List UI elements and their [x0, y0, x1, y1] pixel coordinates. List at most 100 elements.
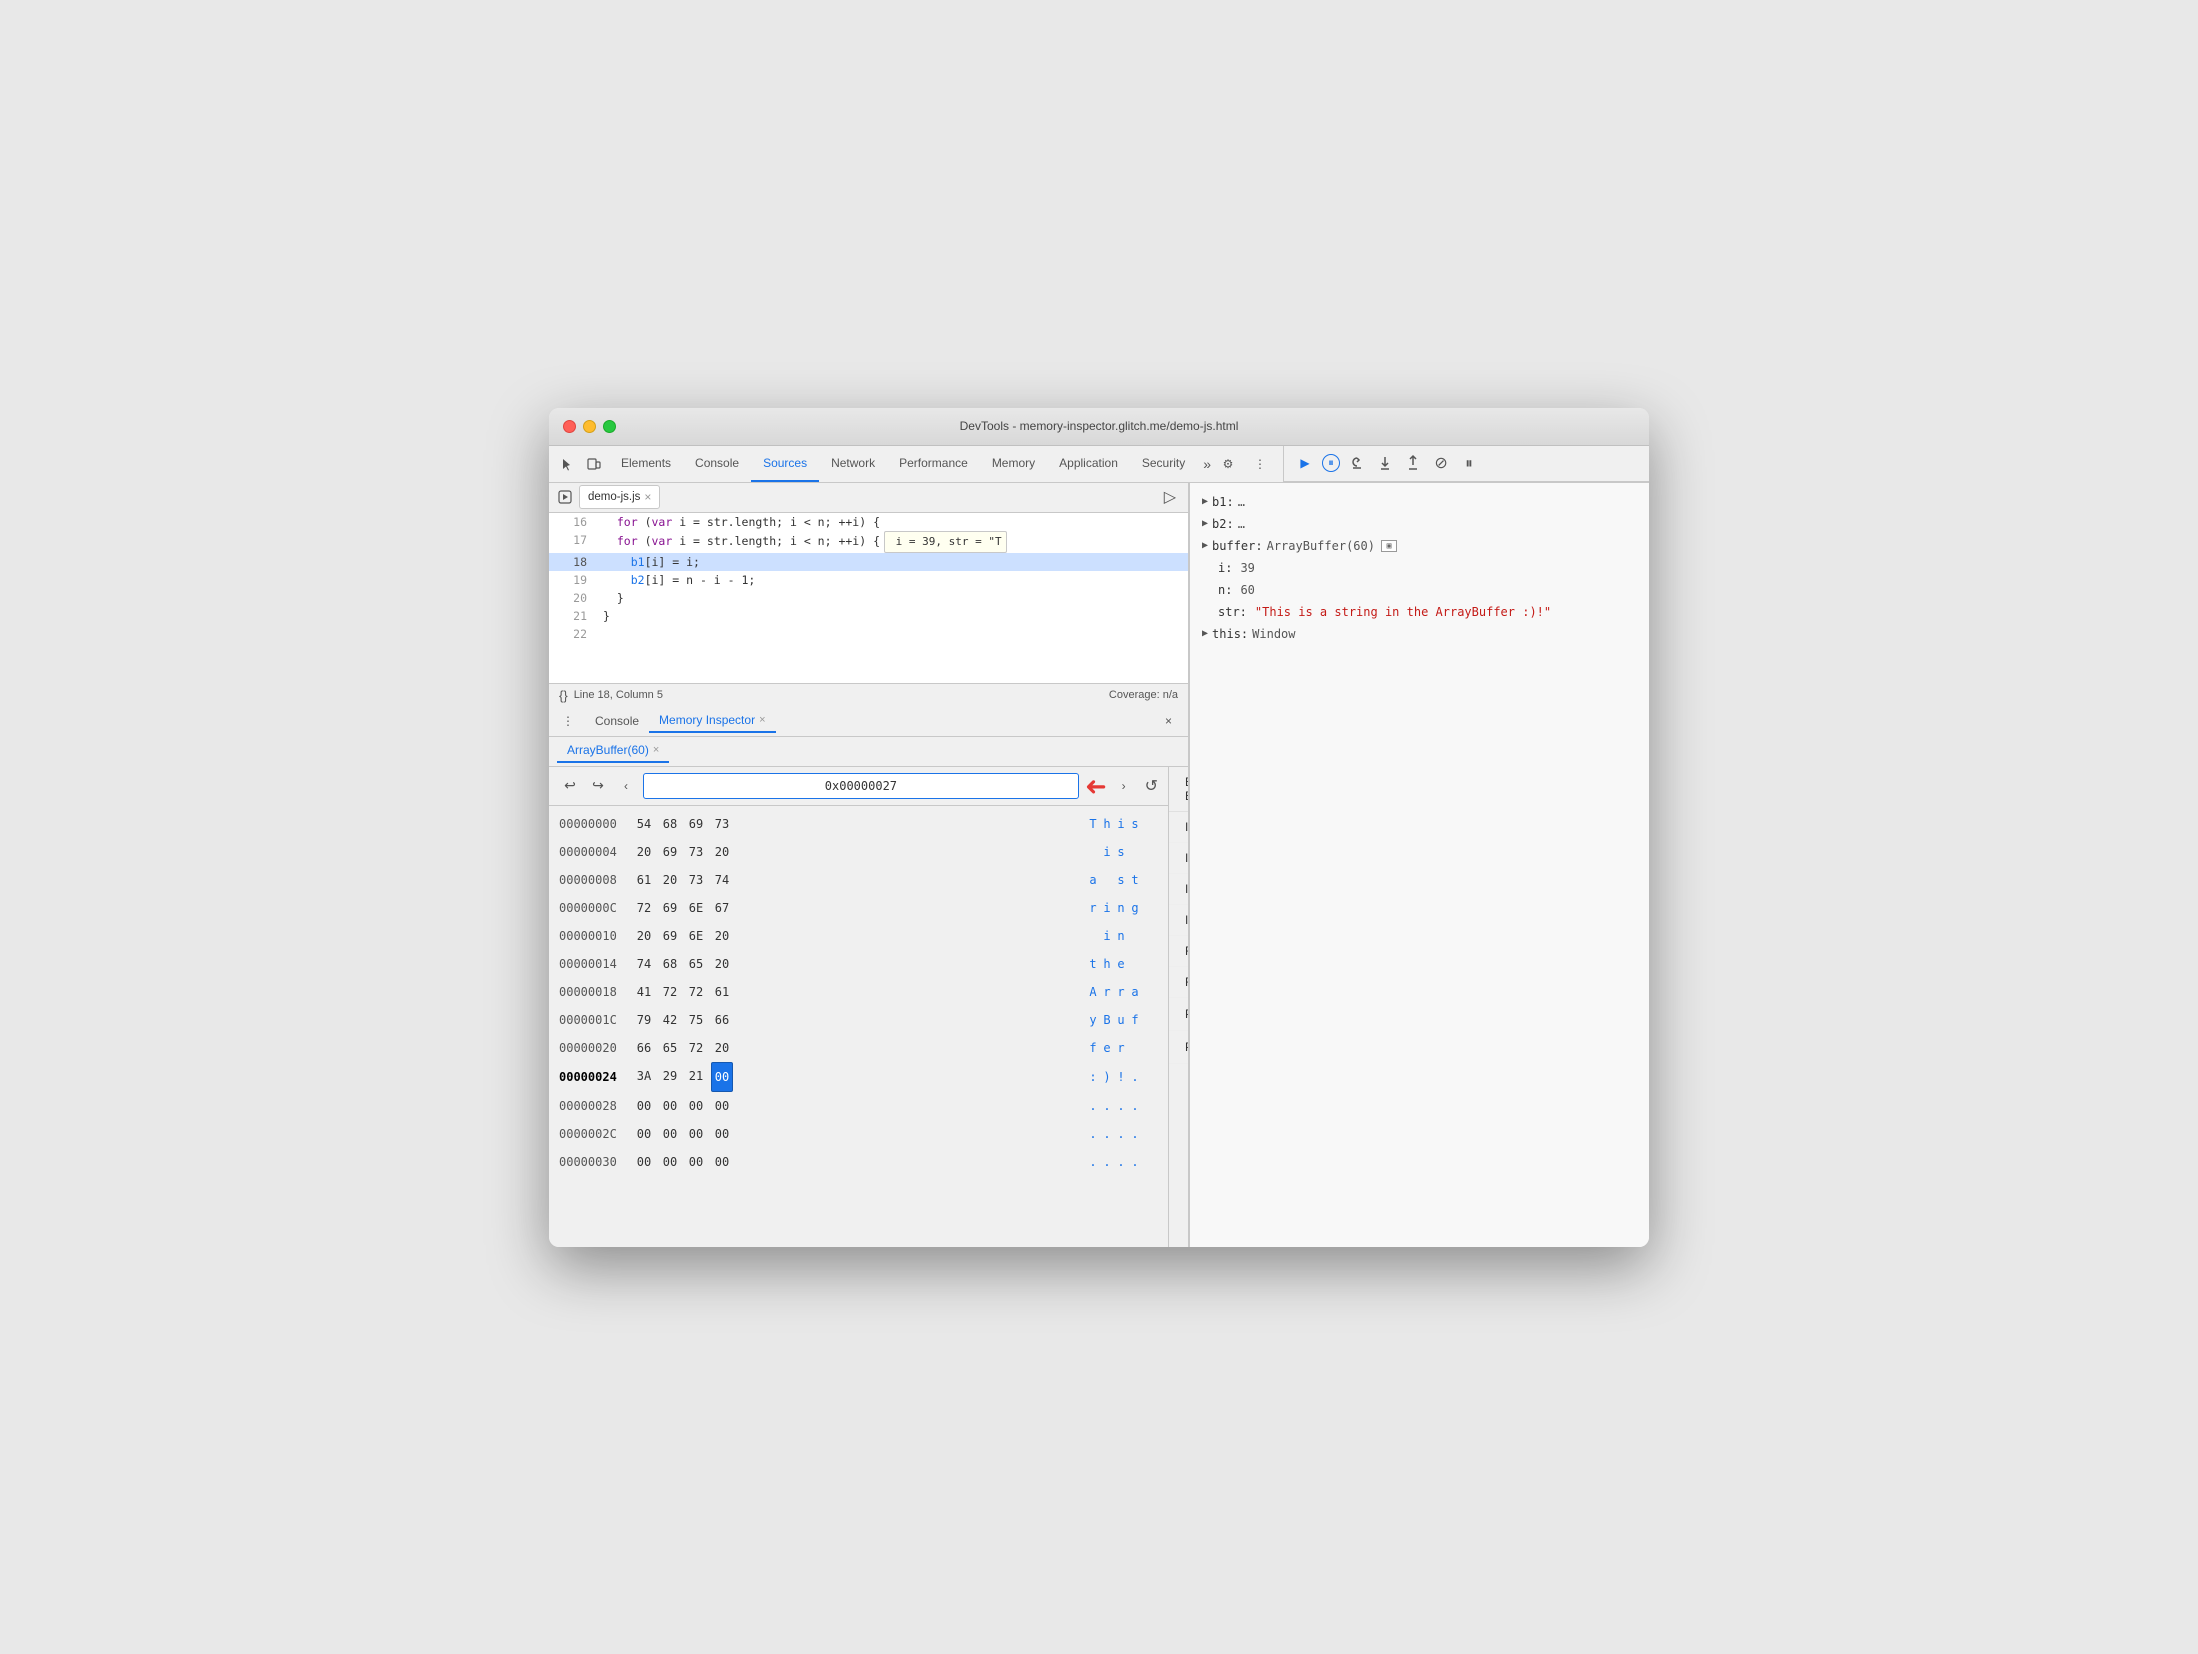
value-row-ptr32: Pointer 32-bit 0x0 → [1169, 998, 1188, 1031]
value-row-int64: Integer 64-bit dec ▾ 0 [1169, 905, 1188, 936]
hex-row-9: 00000024 3A 29 21 00 : [549, 1062, 1168, 1092]
value-inspector: Big Endian ▾ ⚙ Integer 8-bit dec [1169, 767, 1188, 1247]
memory-content: ↩ ↪ ‹ ➜ › ↺ [549, 767, 1188, 1247]
step-out-btn[interactable] [1402, 452, 1424, 474]
hex-row-7: 0000001C 79 42 75 66 y [549, 1006, 1168, 1034]
close-button[interactable] [563, 420, 576, 433]
code-line-20: 20 } [549, 589, 1188, 607]
traffic-lights [563, 420, 616, 433]
hex-row-11: 0000002C 00 00 00 00 . [549, 1120, 1168, 1148]
ptr32-label: Pointer 32-bit [1185, 1007, 1188, 1021]
ptr64-label: Pointer 64-bit [1185, 1040, 1188, 1054]
file-tab-close[interactable]: × [644, 490, 651, 504]
debug-toolbar: ▶ ⏸ [1283, 446, 1649, 482]
resume-btn[interactable]: ▶ [1294, 452, 1316, 474]
file-tab-label: demo-js.js [588, 491, 640, 503]
float64-label: Float 64-bit [1185, 975, 1188, 989]
left-panel: demo-js.js × ▷ 16 for (var i = str.lengt… [549, 483, 1189, 1247]
selected-byte[interactable]: 00 [711, 1062, 733, 1092]
bottom-panel: ⋮ Console Memory Inspector × × [549, 707, 1188, 1247]
more-tabs[interactable]: » [1197, 456, 1217, 472]
scope-item-i: i: 39 [1202, 557, 1637, 579]
pause-btn[interactable]: ⏸ [1322, 454, 1340, 472]
hex-row-1: 00000004 20 69 73 20 [549, 838, 1168, 866]
array-buffer-tab[interactable]: ArrayBuffer(60) × [557, 739, 669, 763]
tab-memory[interactable]: Memory [980, 446, 1047, 482]
tab-sources[interactable]: Sources [751, 446, 819, 482]
minimize-button[interactable] [583, 420, 596, 433]
red-arrow-icon: ➜ [1085, 773, 1107, 799]
maximize-button[interactable] [603, 420, 616, 433]
bottom-panel-close[interactable]: × [1157, 714, 1180, 728]
scope-item-this[interactable]: ▶ this: Window [1202, 623, 1637, 645]
code-line-16: 16 for (var i = str.length; i < n; ++i) … [549, 513, 1188, 531]
debug-scope: ▶ b1: … ▶ b2: … ▶ buffer: ArrayBuffer(60… [1190, 483, 1649, 1247]
hex-row-3: 0000000C 72 69 6E 67 r [549, 894, 1168, 922]
top-nav: Elements Console Sources Network Perform… [549, 446, 1283, 482]
prev-btn[interactable]: ‹ [615, 775, 637, 797]
hex-row-10: 00000028 00 00 00 00 . [549, 1092, 1168, 1120]
line-info: Line 18, Column 5 [574, 689, 663, 701]
address-input[interactable] [643, 773, 1079, 799]
refresh-btn[interactable]: ↺ [1145, 776, 1158, 796]
float32-label: Float 32-bit [1185, 944, 1188, 958]
status-bar: {} Line 18, Column 5 Coverage: n/a [549, 683, 1188, 707]
int64-label: Integer 64-bit [1185, 913, 1188, 927]
hex-row-4: 00000010 20 69 6E 20 [549, 922, 1168, 950]
code-line-18: 18 b1[i] = i; [549, 553, 1188, 571]
undo-btn[interactable]: ↩ [559, 775, 581, 797]
endian-selector[interactable]: Big Endian ▾ [1185, 775, 1188, 803]
step-into-btn[interactable] [1374, 452, 1396, 474]
tab-performance[interactable]: Performance [887, 446, 980, 482]
hex-row-0: 00000000 54 68 69 73 T [549, 810, 1168, 838]
step-over-btn[interactable] [1346, 452, 1368, 474]
array-buffer-tab-close[interactable]: × [653, 744, 659, 756]
scope-item-b2[interactable]: ▶ b2: … [1202, 513, 1637, 535]
tab-elements[interactable]: Elements [609, 446, 683, 482]
next-btn[interactable]: › [1113, 775, 1135, 797]
code-editor[interactable]: 16 for (var i = str.length; i < n; ++i) … [549, 513, 1188, 683]
main-content: demo-js.js × ▷ 16 for (var i = str.lengt… [549, 483, 1649, 1247]
settings-icon[interactable]: ⚙ [1217, 453, 1239, 475]
value-row-float64: Float 64-bit dec ▾ 0.00 [1169, 967, 1188, 998]
deactivate-btn[interactable]: ⊘ [1430, 452, 1452, 474]
tab-console[interactable]: Console [683, 446, 751, 482]
hex-row-8: 00000020 66 65 72 20 f [549, 1034, 1168, 1062]
more-options-icon[interactable]: ⋮ [1249, 453, 1271, 475]
pause-exceptions-btn[interactable]: ⏸ [1458, 452, 1480, 474]
hex-toolbar: ↩ ↪ ‹ ➜ › ↺ [549, 767, 1168, 806]
endian-label: Big Endian [1185, 775, 1188, 803]
file-tab-right: ▷ [1158, 487, 1182, 507]
dots-menu-icon[interactable]: ⋮ [557, 710, 579, 732]
file-tab-bar: demo-js.js × ▷ [549, 483, 1188, 513]
scope-item-str: str: "This is a string in the ArrayBuffe… [1202, 601, 1637, 623]
cursor-icon[interactable] [557, 453, 579, 475]
coverage-info: Coverage: n/a [1109, 689, 1178, 701]
memory-inspector: ArrayBuffer(60) × ↩ ↪ [549, 737, 1188, 1247]
tab-application[interactable]: Application [1047, 446, 1130, 482]
arraybuffer-icon: ▣ [1381, 540, 1397, 552]
devtools-window: DevTools - memory-inspector.glitch.me/de… [549, 408, 1649, 1247]
curly-braces-icon: {} [559, 688, 568, 703]
tab-memory-inspector[interactable]: Memory Inspector × [649, 709, 775, 733]
nav-tabs: Elements Console Sources Network Perform… [609, 446, 1217, 482]
tab-security[interactable]: Security [1130, 446, 1197, 482]
file-tab-demo-js[interactable]: demo-js.js × [579, 485, 660, 509]
tab-console-bottom[interactable]: Console [585, 709, 649, 733]
hex-row-2: 00000008 61 20 73 74 a [549, 866, 1168, 894]
value-row-int8: Integer 8-bit dec ▾ 0 [1169, 812, 1188, 843]
bottom-tab-bar: ⋮ Console Memory Inspector × × [549, 707, 1188, 737]
int16-label: Integer 16-bit [1185, 851, 1188, 865]
memory-inspector-close[interactable]: × [759, 714, 765, 726]
device-icon[interactable] [583, 453, 605, 475]
file-right-icon[interactable]: ▷ [1158, 487, 1182, 507]
titlebar: DevTools - memory-inspector.glitch.me/de… [549, 408, 1649, 446]
right-panel: ▶ b1: … ▶ b2: … ▶ buffer: ArrayBuffer(60… [1189, 483, 1649, 1247]
run-icon [555, 487, 575, 507]
tab-network[interactable]: Network [819, 446, 887, 482]
scope-item-buffer[interactable]: ▶ buffer: ArrayBuffer(60) ▣ [1202, 535, 1637, 557]
scope-item-b1[interactable]: ▶ b1: … [1202, 491, 1637, 513]
code-line-21: 21 } [549, 607, 1188, 625]
hex-row-5: 00000014 74 68 65 20 t [549, 950, 1168, 978]
redo-btn[interactable]: ↪ [587, 775, 609, 797]
